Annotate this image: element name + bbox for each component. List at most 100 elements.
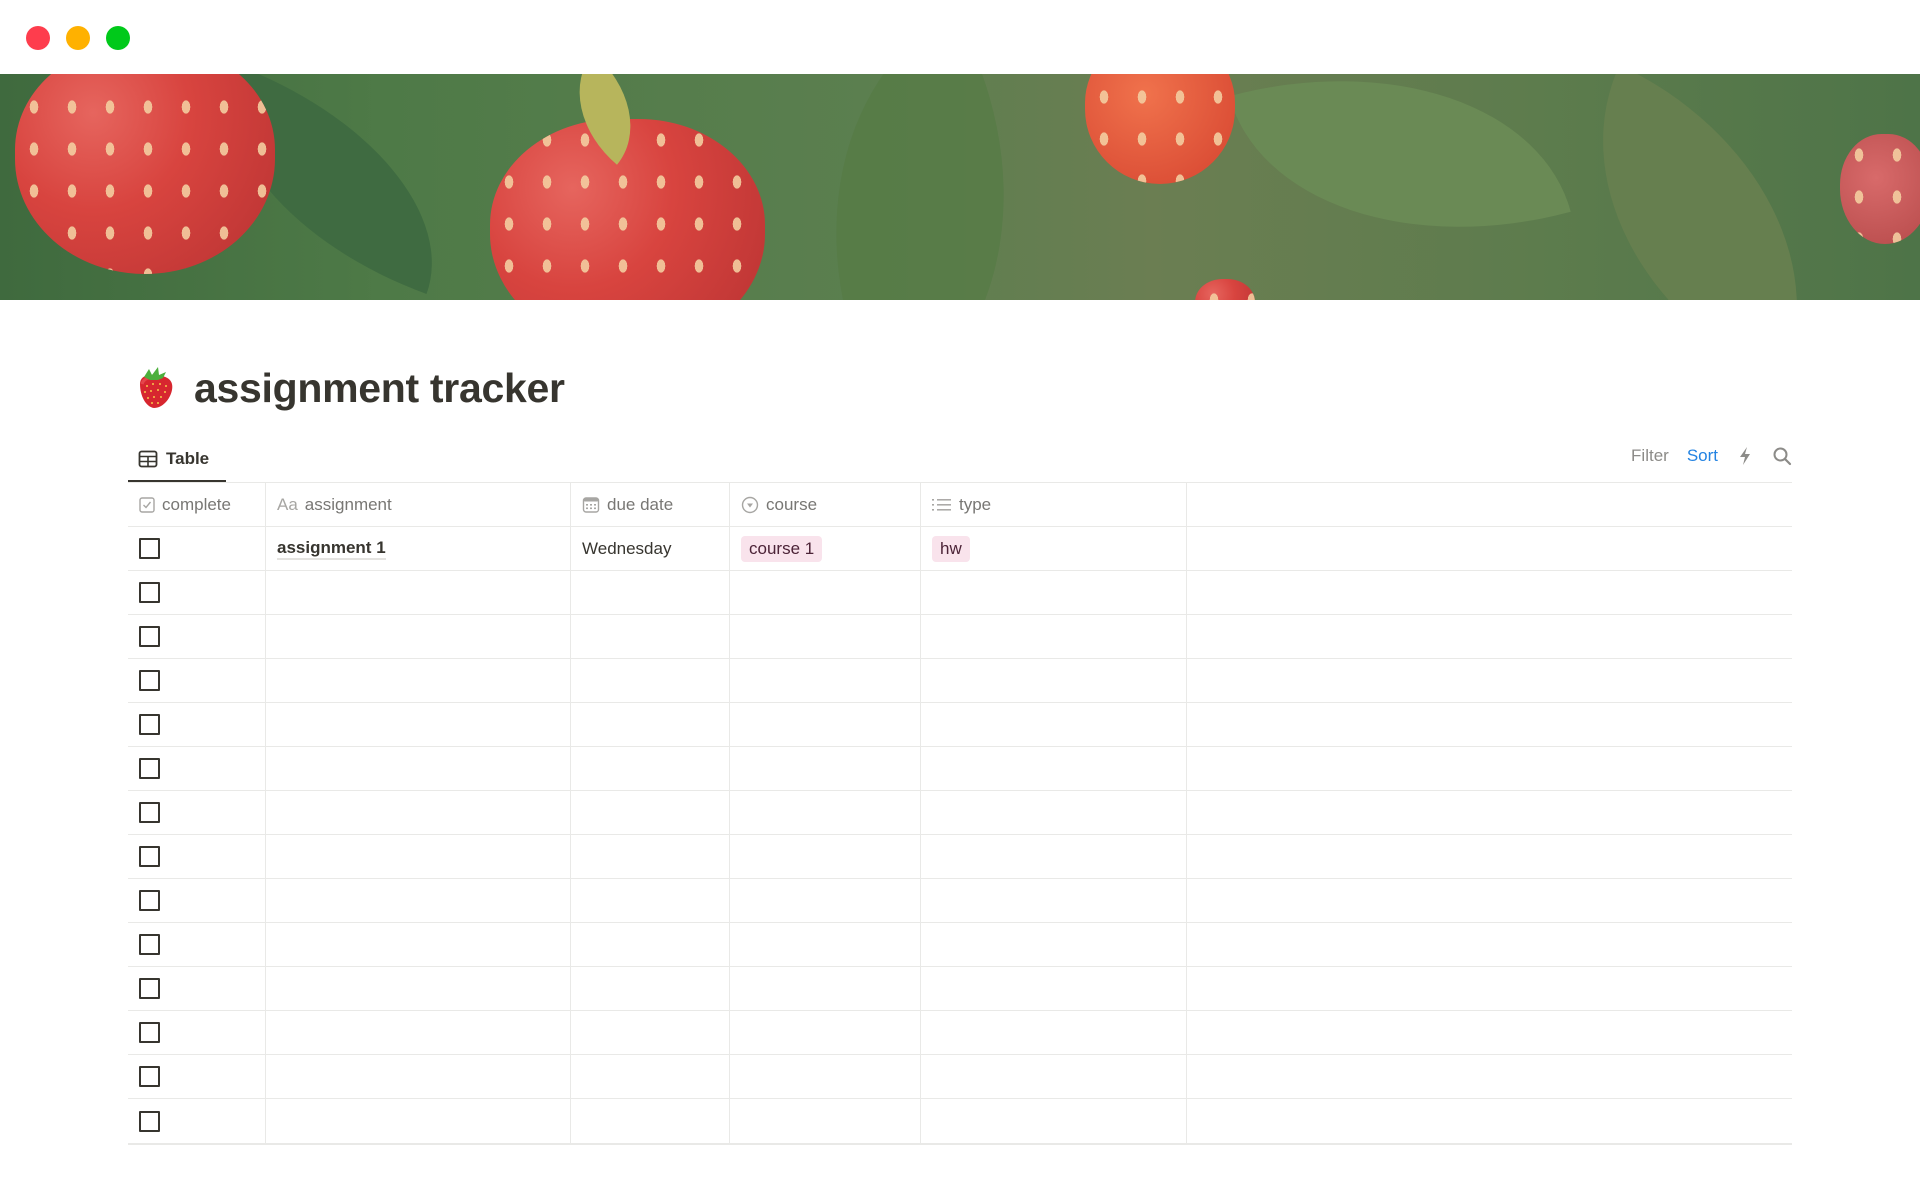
cell-course[interactable] [730,923,921,966]
cell-spacer [1187,527,1792,570]
cell-assignment[interactable] [266,703,571,746]
page-cover-image [0,74,1920,300]
tab-table-view[interactable]: Table [128,438,226,482]
cell-complete [128,1099,266,1143]
complete-checkbox[interactable] [139,978,160,999]
cell-course[interactable] [730,879,921,922]
cell-type[interactable] [921,571,1187,614]
due-date-value: Wednesday [582,538,672,558]
complete-checkbox[interactable] [139,714,160,735]
window-minimize-button[interactable] [66,26,90,50]
cell-due-date[interactable] [571,659,730,702]
strawberry-icon[interactable] [132,364,180,412]
cell-due-date[interactable] [571,967,730,1010]
cell-spacer [1187,835,1792,878]
complete-checkbox[interactable] [139,1110,160,1132]
cell-type[interactable] [921,747,1187,790]
complete-checkbox[interactable] [139,626,160,647]
cell-type[interactable] [921,835,1187,878]
column-label: due date [607,494,674,514]
cell-course[interactable] [730,571,921,614]
cell-course[interactable] [730,967,921,1010]
window-close-button[interactable] [26,26,50,50]
cell-due-date[interactable] [571,703,730,746]
column-header-spacer [1187,483,1792,526]
cell-assignment[interactable] [266,1099,571,1143]
column-header-assignment[interactable]: Aa assignment [266,483,571,526]
cell-type[interactable] [921,923,1187,966]
cell-type[interactable] [921,615,1187,658]
cell-course[interactable] [730,1099,921,1143]
lightning-icon [1740,447,1750,465]
cell-due-date[interactable] [571,835,730,878]
cell-assignment[interactable] [266,747,571,790]
cell-assignment[interactable] [266,1055,571,1098]
cell-assignment[interactable] [266,967,571,1010]
course-tag: course 1 [741,535,823,562]
cell-assignment[interactable] [266,615,571,658]
cell-assignment[interactable] [266,835,571,878]
complete-checkbox[interactable] [139,758,160,779]
cell-due-date[interactable] [571,615,730,658]
assignment-title[interactable]: assignment 1 [277,538,386,560]
cell-due-date[interactable] [571,923,730,966]
cover-raspberry [1840,134,1920,244]
cell-type[interactable]: hw [921,527,1187,570]
cell-assignment[interactable] [266,791,571,834]
cell-assignment[interactable]: assignment 1 [266,527,571,570]
complete-checkbox[interactable] [139,934,160,955]
cell-due-date[interactable] [571,1055,730,1098]
column-header-course[interactable]: course [730,483,921,526]
complete-checkbox[interactable] [139,538,160,559]
cell-type[interactable] [921,791,1187,834]
column-header-complete[interactable]: complete [128,483,266,526]
sort-button[interactable]: Sort [1687,446,1718,466]
cell-course[interactable] [730,1055,921,1098]
cell-type[interactable] [921,1055,1187,1098]
complete-checkbox[interactable] [139,802,160,823]
cell-course[interactable] [730,615,921,658]
column-header-type[interactable]: type [921,483,1187,526]
window-maximize-button[interactable] [106,26,130,50]
cell-complete [128,967,266,1010]
filter-button[interactable]: Filter [1631,446,1669,466]
complete-checkbox[interactable] [139,890,160,911]
cell-assignment[interactable] [266,879,571,922]
complete-checkbox[interactable] [139,1022,160,1043]
page-header: assignment tracker [128,356,565,420]
cell-due-date[interactable] [571,747,730,790]
page-title[interactable]: assignment tracker [194,365,565,412]
cell-due-date[interactable]: Wednesday [571,527,730,570]
cell-assignment[interactable] [266,659,571,702]
complete-checkbox[interactable] [139,1066,160,1087]
cell-type[interactable] [921,967,1187,1010]
cell-due-date[interactable] [571,1011,730,1054]
cell-due-date[interactable] [571,879,730,922]
cell-type[interactable] [921,1099,1187,1143]
cell-type[interactable] [921,659,1187,702]
column-label: type [959,494,992,514]
cell-type[interactable] [921,703,1187,746]
cell-course[interactable] [730,791,921,834]
cell-course[interactable] [730,1011,921,1054]
cell-assignment[interactable] [266,1011,571,1054]
cell-due-date[interactable] [571,571,730,614]
complete-checkbox[interactable] [139,582,160,603]
cell-due-date[interactable] [571,1099,730,1143]
search-button[interactable] [1772,446,1792,466]
cell-assignment[interactable] [266,923,571,966]
cell-course[interactable] [730,747,921,790]
automations-button[interactable] [1738,446,1752,466]
cell-assignment[interactable] [266,571,571,614]
cell-course[interactable] [730,703,921,746]
column-header-due-date[interactable]: due date [571,483,730,526]
table-header-row: complete Aa assignment due date course t… [128,483,1792,527]
cell-course[interactable] [730,835,921,878]
cell-course[interactable]: course 1 [730,527,921,570]
complete-checkbox[interactable] [139,846,160,867]
cell-course[interactable] [730,659,921,702]
cell-type[interactable] [921,879,1187,922]
complete-checkbox[interactable] [139,670,160,691]
cell-type[interactable] [921,1011,1187,1054]
cell-due-date[interactable] [571,791,730,834]
